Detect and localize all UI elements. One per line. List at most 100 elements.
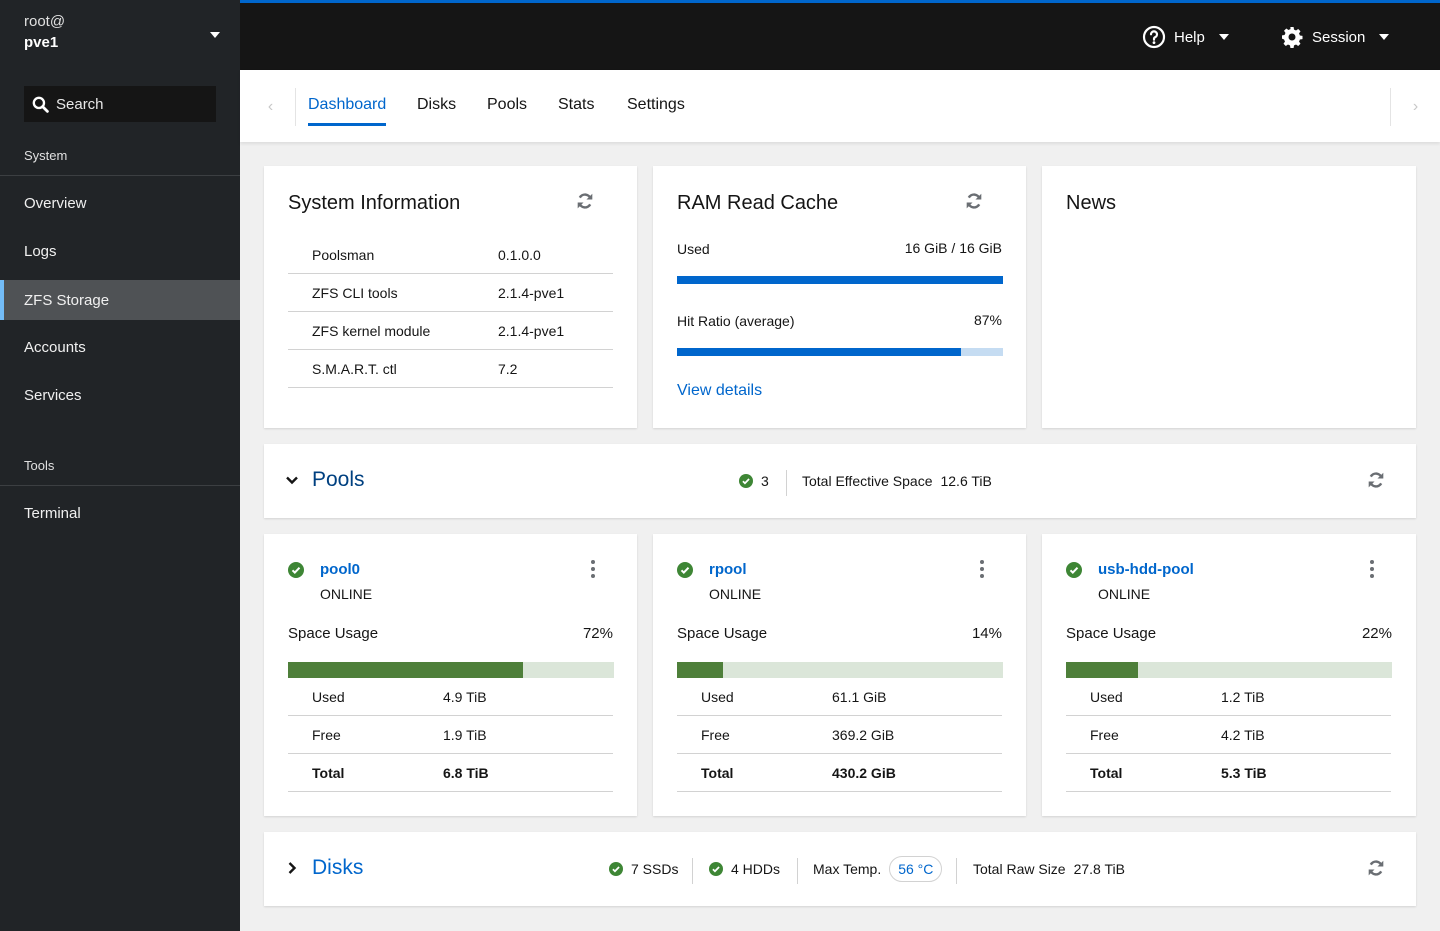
divider: [797, 858, 798, 884]
pool-stat-value: 6.8 TiB: [443, 765, 489, 781]
pool-status: ONLINE: [709, 586, 762, 602]
total-effective-space: Total Effective Space 12.6 TiB: [802, 444, 992, 518]
chevron-down-icon[interactable]: [284, 472, 300, 488]
pool-name-link[interactable]: rpool: [709, 561, 747, 578]
host-caret-down-icon[interactable]: [210, 32, 220, 38]
info-value: 2.1.4-pve1: [498, 285, 565, 301]
section-divider: [0, 485, 240, 486]
host-selector[interactable]: root@ pve1: [24, 13, 65, 51]
hit-ratio-label: Hit Ratio (average): [677, 313, 795, 329]
tab-settings[interactable]: Settings: [627, 96, 685, 114]
pool-card: pool0 ONLINE Space Usage 72% Used 4.9 TiB Free…: [264, 534, 637, 816]
check-circle-icon: [739, 474, 753, 488]
card-title: RAM Read Cache: [677, 192, 839, 214]
section-divider: [0, 175, 240, 176]
info-value: 0.1.0.0: [498, 247, 541, 263]
sidebar-item-accounts[interactable]: Accounts: [0, 327, 240, 367]
pools-section-header: Pools 3 Total Effective Space 12.6 TiB: [264, 444, 1416, 518]
pool-stat-key: Used: [1090, 689, 1123, 705]
stat-label: Total Effective Space: [802, 473, 933, 489]
active-tab-indicator: [308, 123, 386, 126]
progress-fill: [288, 662, 523, 678]
session-menu-button[interactable]: Session: [1280, 23, 1390, 51]
sidebar-item-services[interactable]: Services: [0, 375, 240, 415]
check-circle-icon: [677, 562, 693, 578]
tab-dashboard[interactable]: Dashboard: [308, 96, 386, 114]
pool-stat-key: Total: [701, 765, 734, 781]
view-details-link[interactable]: View details: [677, 382, 762, 400]
refresh-icon[interactable]: [1367, 471, 1385, 489]
help-icon: [1142, 25, 1166, 49]
info-key: ZFS kernel module: [312, 323, 431, 339]
ram-used-label: Used: [677, 241, 710, 257]
space-usage-progress: [677, 662, 1003, 678]
kebab-menu-icon[interactable]: [589, 560, 597, 578]
tab-pools[interactable]: Pools: [487, 96, 527, 114]
space-usage-label: Space Usage: [677, 625, 768, 642]
stat-value: 27.8 TiB: [1073, 861, 1125, 877]
pool-stat-row: Free 4.2 TiB: [1066, 716, 1391, 754]
search-input[interactable]: Search: [24, 86, 216, 122]
progress-fill: [677, 348, 961, 356]
caret-down-icon: [1379, 34, 1390, 40]
pool-name-link[interactable]: usb-hdd-pool: [1098, 561, 1194, 578]
ram-used-progress: [677, 276, 1003, 284]
divider: [786, 470, 787, 496]
sidebar-item-zfs-storage[interactable]: ZFS Storage: [0, 280, 240, 320]
space-usage-progress: [288, 662, 614, 678]
help-menu-button[interactable]: Help: [1142, 23, 1229, 51]
pool-stat-row: Total 5.3 TiB: [1066, 754, 1391, 792]
info-value: 7.2: [498, 361, 518, 377]
disks-section-title[interactable]: Disks: [312, 856, 363, 880]
news-card: News: [1042, 166, 1416, 428]
kebab-menu-icon[interactable]: [978, 560, 986, 578]
tab-disks[interactable]: Disks: [417, 96, 456, 114]
pool-stat-row: Total 430.2 GiB: [677, 754, 1002, 792]
pools-section-title[interactable]: Pools: [312, 468, 365, 492]
tabs-scroll-right-button[interactable]: ›: [1390, 88, 1440, 126]
divider: [956, 858, 957, 884]
pool-stat-value: 4.2 TiB: [1221, 727, 1265, 743]
card-title: System Information: [288, 192, 461, 214]
pool-stat-row: Used 4.9 TiB: [288, 678, 613, 716]
total-raw-size: Total Raw Size 27.8 TiB: [973, 832, 1125, 906]
pool-stat-value: 5.3 TiB: [1221, 765, 1267, 781]
pool-stat-key: Free: [1090, 727, 1119, 743]
pool-stat-key: Used: [312, 689, 345, 705]
stat-label: Total Raw Size: [973, 861, 1066, 877]
hit-ratio-progress: [677, 348, 1003, 356]
help-label: Help: [1174, 28, 1205, 46]
refresh-icon[interactable]: [1367, 859, 1385, 877]
disks-section-header: Disks 7 SSDs 4 HDDs Max Temp. 56 °C Tota…: [264, 832, 1416, 906]
max-temp: Max Temp. 56 °C: [813, 832, 943, 906]
sidebar-item-logs[interactable]: Logs: [0, 231, 240, 271]
progress-fill: [1066, 662, 1138, 678]
sidebar-item-terminal[interactable]: Terminal: [0, 493, 240, 533]
pool-card: rpool ONLINE Space Usage 14% Used 61.1 GiB Fre…: [653, 534, 1026, 816]
pool-status: ONLINE: [320, 586, 373, 602]
sidebar-item-overview[interactable]: Overview: [0, 183, 240, 223]
chevron-right-icon[interactable]: [284, 860, 300, 876]
ssd-count: 7 SSDs: [609, 832, 678, 906]
refresh-icon[interactable]: [576, 192, 594, 210]
gear-icon: [1282, 27, 1303, 48]
kebab-menu-icon[interactable]: [1368, 560, 1376, 578]
session-label: Session: [1312, 28, 1366, 46]
check-circle-icon: [609, 862, 623, 876]
pool-stat-value: 61.1 GiB: [832, 689, 887, 705]
pool-stat-value: 1.2 TiB: [1221, 689, 1265, 705]
tabs-scroll-left-button[interactable]: ‹: [246, 88, 296, 126]
refresh-icon[interactable]: [965, 192, 983, 210]
tabs-bar: ‹ Dashboard Disks Pools Stats Settings ›: [240, 70, 1440, 142]
host-name: pve1: [24, 34, 59, 51]
tab-stats[interactable]: Stats: [558, 96, 594, 114]
sidebar: root@ pve1 Search System Overview Logs Z…: [0, 0, 240, 931]
pool-stat-value: 4.9 TiB: [443, 689, 487, 705]
pool-status: ONLINE: [1098, 586, 1151, 602]
host-user: root@: [24, 13, 66, 30]
hit-ratio-value: 87%: [973, 312, 1002, 328]
stat-label: Max Temp.: [813, 861, 882, 877]
pool-stat-key: Used: [701, 689, 734, 705]
space-usage-percent: 22%: [1361, 625, 1392, 642]
pool-name-link[interactable]: pool0: [320, 561, 360, 578]
